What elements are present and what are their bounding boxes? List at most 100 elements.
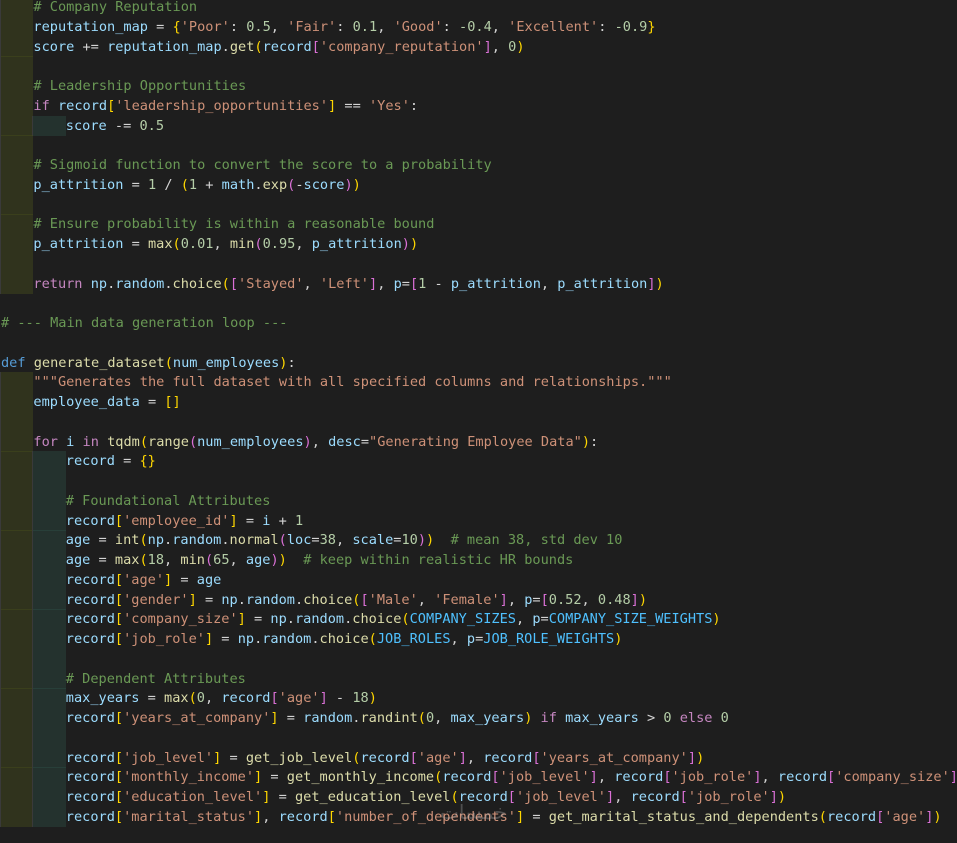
code-token: 'age' — [884, 808, 926, 825]
code-token: ) — [712, 611, 721, 628]
code-token: record — [614, 769, 664, 786]
indent-guide — [0, 629, 34, 649]
code-line[interactable]: # --- Main data generation loop --- — [0, 313, 957, 333]
code-line[interactable]: record['marital_status'], record['number… — [0, 806, 957, 827]
indent-guide — [32, 629, 66, 649]
code-token: 'job_role' — [671, 769, 754, 786]
code-line[interactable]: """Generates the full dataset with all s… — [0, 372, 957, 393]
code-editor[interactable]: # Company Reputation reputation_map = {'P… — [0, 0, 957, 843]
code-token: np — [270, 611, 287, 628]
code-line[interactable] — [0, 333, 957, 353]
code-token: int — [114, 532, 140, 549]
indent-guide — [32, 589, 66, 610]
code-line[interactable]: record['education_level'] = get_educatio… — [0, 787, 957, 807]
code-token: ( — [450, 789, 459, 805]
code-line[interactable] — [0, 293, 957, 313]
code-token: 'gender' — [123, 591, 189, 608]
code-line[interactable]: # Dependent Attributes — [0, 668, 957, 689]
code-token: , — [581, 591, 598, 608]
code-line[interactable]: # Sigmoid function to convert the score … — [0, 155, 957, 175]
code-token: > — [638, 710, 664, 726]
code-token: desc — [328, 433, 361, 450]
code-token: choice — [352, 611, 402, 628]
code-token: reputation_map — [107, 38, 222, 55]
code-token: ] — [589, 769, 598, 786]
code-token: = — [532, 591, 541, 608]
indent-guide — [32, 648, 66, 669]
code-token: = — [172, 571, 197, 588]
code-line[interactable]: return np.random.choice(['Stayed', 'Left… — [0, 273, 957, 294]
code-line[interactable] — [0, 253, 957, 274]
code-token: record — [458, 789, 508, 805]
code-token: max_years — [65, 690, 140, 707]
code-line[interactable]: record = {} — [0, 451, 957, 472]
code-line[interactable]: reputation_map = {'Poor': 0.5, 'Fair': 0… — [0, 16, 957, 37]
code-text: record['years_at_company'] = random.rand… — [66, 708, 729, 728]
code-line[interactable]: age = max(18, min(65, age)) # keep withi… — [0, 550, 957, 570]
code-token: = — [245, 611, 271, 628]
code-line[interactable] — [0, 648, 957, 669]
code-text: record['marital_status'], record['number… — [66, 807, 942, 827]
code-token: , — [597, 769, 615, 786]
code-line[interactable]: record['years_at_company'] = random.rand… — [0, 708, 957, 728]
code-line[interactable]: def generate_dataset(num_employees): — [0, 353, 957, 373]
code-token: 'age' — [123, 571, 165, 588]
code-line[interactable] — [0, 727, 957, 748]
code-token: normal — [229, 532, 279, 549]
code-token: . — [286, 611, 295, 628]
code-token: . — [237, 591, 246, 608]
code-line[interactable]: record['employee_id'] = i + 1 — [0, 510, 957, 531]
code-line[interactable]: for i in tqdm(range(num_employees), desc… — [0, 431, 957, 452]
code-line[interactable]: record['monthly_income'] = get_monthly_i… — [0, 767, 957, 788]
code-token: += — [74, 38, 108, 55]
indent-guide — [32, 490, 66, 511]
code-token: [ — [114, 571, 124, 588]
code-line[interactable]: record['age'] = age — [0, 569, 957, 590]
code-token: p — [393, 275, 402, 292]
code-line[interactable] — [0, 135, 957, 156]
code-token: tqdm — [107, 433, 140, 450]
code-line[interactable]: # Ensure probability is within a reasona… — [0, 214, 957, 235]
code-line[interactable] — [0, 56, 957, 77]
code-token: [ — [360, 591, 369, 608]
code-line[interactable] — [0, 411, 957, 432]
code-token: def — [1, 354, 26, 371]
code-line[interactable]: score -= 0.5 — [0, 115, 957, 136]
code-token: 'monthly_income' — [123, 769, 255, 786]
code-token: p_attrition — [33, 236, 124, 252]
code-token: p_attrition — [450, 275, 541, 292]
code-token: 'Stayed' — [238, 275, 304, 292]
code-line[interactable]: # Foundational Attributes — [0, 490, 957, 511]
code-line[interactable]: record['job_role'] = np.random.choice(JO… — [0, 629, 957, 649]
code-line[interactable]: record['gender'] = np.random.choice(['Ma… — [0, 589, 957, 610]
code-token: age — [65, 552, 91, 568]
indent-guide — [0, 471, 34, 491]
code-token: ( — [204, 552, 214, 568]
code-token: random — [294, 611, 345, 628]
code-line[interactable]: if record['leadership_opportunities'] ==… — [0, 95, 957, 116]
code-line[interactable] — [0, 471, 957, 491]
code-line[interactable]: score += reputation_map.get(record['comp… — [0, 36, 957, 57]
code-line[interactable]: # Leadership Opportunities — [0, 76, 957, 96]
code-text: age = max(18, min(65, age)) # keep withi… — [66, 550, 574, 570]
code-line[interactable]: record['company_size'] = np.random.choic… — [0, 609, 957, 630]
indent-guide — [0, 115, 34, 136]
code-token: score — [33, 38, 75, 55]
code-line[interactable]: age = int(np.random.normal(loc=38, scale… — [0, 530, 957, 551]
indent-guide — [0, 530, 34, 551]
code-token: 'number_of_dependents' — [335, 808, 516, 825]
code-token: 18 — [147, 552, 165, 568]
code-line[interactable]: p_attrition = max(0.01, min(0.95, p_attr… — [0, 234, 957, 254]
code-line[interactable]: # Company Reputation — [0, 0, 957, 17]
code-line[interactable]: record['job_level'] = get_job_level(reco… — [0, 747, 957, 768]
code-token: max_years — [450, 710, 525, 726]
code-line[interactable]: max_years = max(0, record['age'] - 18) — [0, 688, 957, 709]
code-token: : — [442, 18, 460, 35]
code-line[interactable] — [0, 194, 957, 215]
code-token: ( — [254, 38, 263, 55]
code-token: 'employee_id' — [123, 512, 230, 529]
code-line[interactable]: p_attrition = 1 / (1 + math.exp(-score)) — [0, 174, 957, 195]
code-line[interactable]: employee_data = [] — [0, 392, 957, 412]
code-token: 0.95 — [262, 236, 296, 252]
code-token: record — [483, 749, 533, 766]
